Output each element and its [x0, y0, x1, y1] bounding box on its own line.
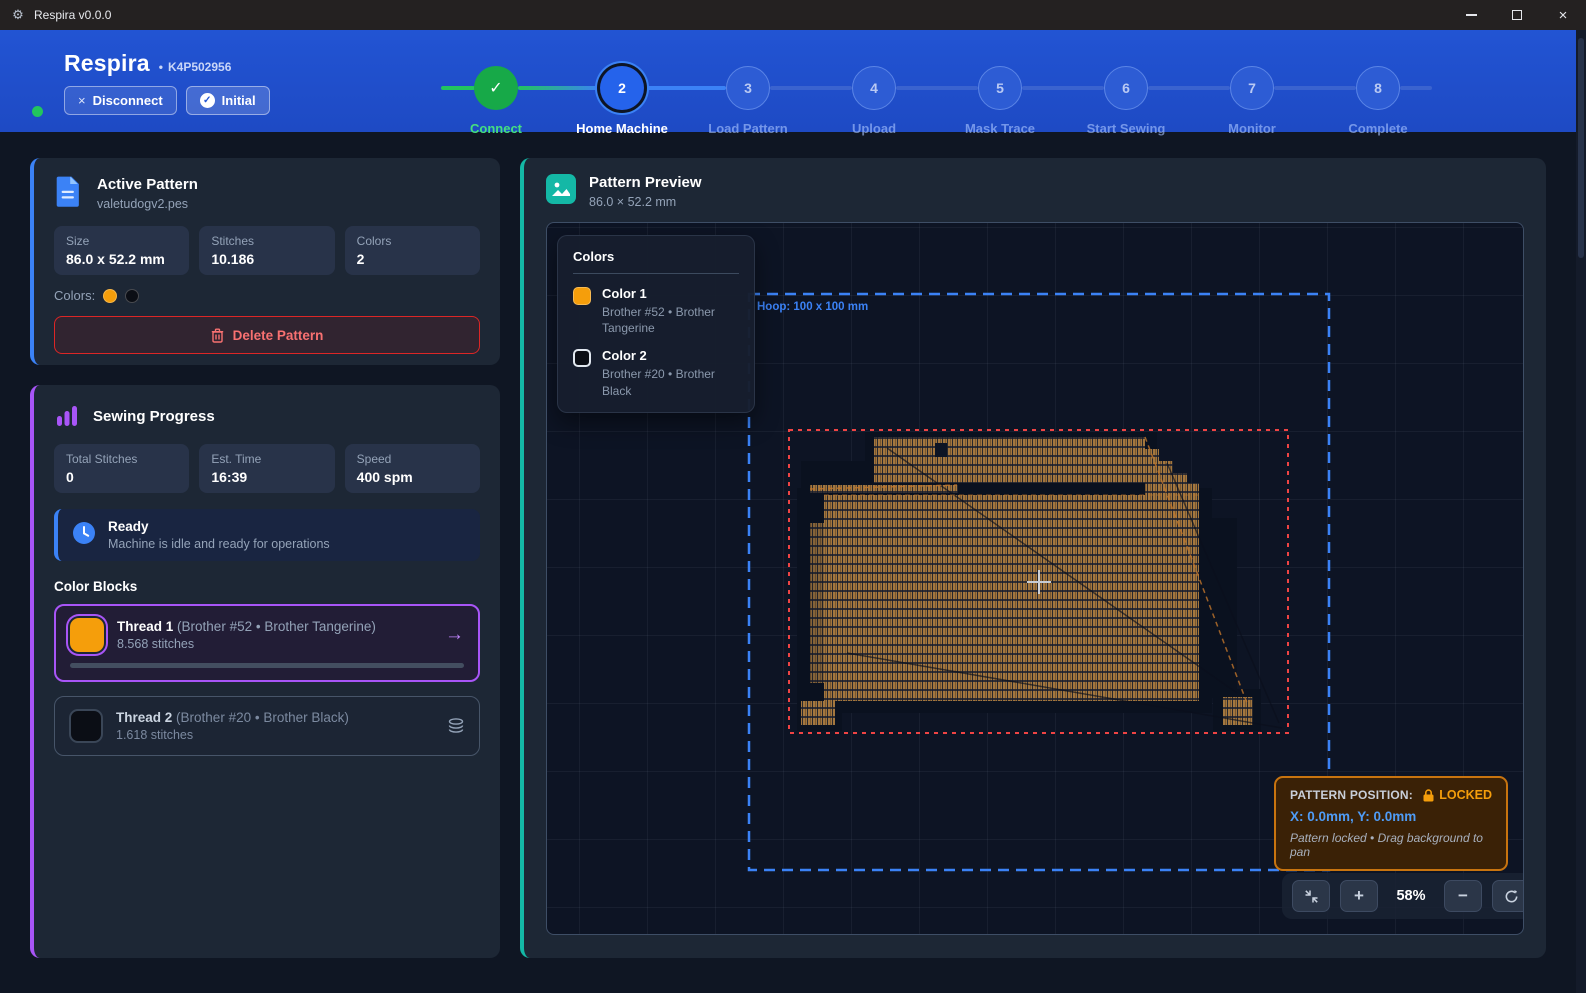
- active-pattern-title: Active Pattern: [97, 176, 198, 193]
- colors-legend: Colors Color 1 Brother #52 • Brother Tan…: [557, 235, 755, 413]
- minimize-icon: [1466, 14, 1477, 16]
- maximize-icon: [1512, 10, 1522, 20]
- color-swatch-1: [103, 289, 117, 303]
- pattern-filename: valetudogv2.pes: [97, 197, 198, 211]
- step-start-sewing[interactable]: 6 Start Sewing: [1063, 66, 1189, 136]
- thread-2-name: Thread 2 (Brother #20 • Brother Black): [116, 710, 434, 725]
- step-home-machine[interactable]: 2 Home Machine: [559, 66, 685, 136]
- pattern-position-overlay: PATTERN POSITION: LOCKED X: 0.0mm, Y: 0.…: [1274, 776, 1508, 871]
- image-icon: [546, 174, 576, 204]
- step-upload[interactable]: 4 Upload: [811, 66, 937, 136]
- status-title: Ready: [108, 519, 330, 534]
- trash-icon: [211, 328, 224, 343]
- colors-label: Colors:: [54, 288, 95, 303]
- zoom-level: 58%: [1388, 888, 1434, 904]
- step-load-pattern[interactable]: 3 Load Pattern: [685, 66, 811, 136]
- legend-swatch-1: [573, 287, 591, 305]
- thread-1-name: Thread 1 (Brother #52 • Brother Tangerin…: [117, 619, 432, 634]
- position-title: PATTERN POSITION:: [1290, 788, 1413, 802]
- color-blocks-heading: Color Blocks: [54, 579, 480, 594]
- thread-2-swatch: [69, 709, 103, 743]
- legend-title: Colors: [573, 249, 739, 274]
- brand-title: Respira: [64, 50, 150, 77]
- app-header: Respira •K4P502956 × Disconnect ✓ Initia…: [0, 30, 1586, 132]
- stat-stitches: Stitches 10.186: [199, 226, 334, 275]
- refresh-icon: [1504, 889, 1519, 904]
- zoom-controls: + 58% −: [1282, 873, 1524, 919]
- thread-1-stitches: 8.568 stitches: [117, 637, 432, 651]
- step-monitor[interactable]: 7 Monitor: [1189, 66, 1315, 136]
- step-mask-trace[interactable]: 5 Mask Trace: [937, 66, 1063, 136]
- zoom-out-button[interactable]: −: [1444, 880, 1482, 912]
- fit-view-icon: [1304, 889, 1319, 904]
- reset-view-button[interactable]: [1492, 880, 1524, 912]
- active-pattern-card: Active Pattern valetudogv2.pes Size 86.0…: [30, 158, 500, 365]
- stitch-cutout: [935, 443, 947, 457]
- sewing-progress-card: Sewing Progress Total Stitches 0 Est. Ti…: [30, 385, 500, 958]
- thread-1-progressbar: [70, 663, 464, 668]
- arrow-right-icon: →: [445, 624, 464, 646]
- disconnect-x-icon: ×: [78, 93, 86, 108]
- legend-swatch-2: [573, 349, 591, 367]
- close-button[interactable]: ×: [1540, 0, 1586, 30]
- thread-1-block[interactable]: Thread 1 (Brother #52 • Brother Tangerin…: [54, 604, 480, 682]
- zoom-in-button[interactable]: +: [1340, 880, 1378, 912]
- page-scrollbar[interactable]: [1576, 30, 1586, 993]
- scrollbar-thumb[interactable]: [1578, 38, 1584, 258]
- status-description: Machine is idle and ready for operations: [108, 537, 330, 551]
- window-titlebar: ⚙ Respira v0.0.0 ×: [0, 0, 1586, 30]
- legend-item-color1: Color 1 Brother #52 • Brother Tangerine: [573, 286, 739, 336]
- thread-1-swatch: [70, 618, 104, 652]
- machine-serial: •K4P502956: [159, 60, 232, 74]
- disconnect-button[interactable]: × Disconnect: [64, 86, 177, 115]
- pattern-preview-card: Pattern Preview 86.0 × 52.2 mm: [520, 158, 1546, 958]
- maximize-button[interactable]: [1494, 0, 1540, 30]
- thread-2-stitches: 1.618 stitches: [116, 728, 434, 742]
- window-title: Respira v0.0.0: [34, 8, 111, 22]
- clock-icon: [72, 521, 96, 545]
- thread-2-block[interactable]: Thread 2 (Brother #20 • Brother Black) 1…: [54, 696, 480, 756]
- step-connect[interactable]: ✓ Connect: [433, 66, 559, 136]
- workflow-stepper: ✓ Connect 2 Home Machine 3 Load Pattern …: [433, 66, 1443, 128]
- document-icon: [54, 176, 84, 208]
- preview-title: Pattern Preview: [589, 174, 702, 191]
- locked-badge: LOCKED: [1423, 788, 1492, 802]
- stat-colors: Colors 2: [345, 226, 480, 275]
- fit-view-button[interactable]: [1292, 880, 1330, 912]
- bar-chart-icon: [54, 403, 80, 429]
- connection-status-dot: [32, 106, 43, 117]
- minus-icon: −: [1458, 886, 1468, 906]
- machine-status-banner: Ready Machine is idle and ready for oper…: [54, 509, 480, 561]
- stat-size: Size 86.0 x 52.2 mm: [54, 226, 189, 275]
- app-icon: ⚙: [10, 7, 26, 23]
- plus-icon: +: [1354, 886, 1364, 906]
- color-swatch-2: [125, 289, 139, 303]
- hoop-label: Hoop: 100 x 100 mm: [757, 301, 868, 313]
- delete-pattern-button[interactable]: Delete Pattern: [54, 316, 480, 354]
- stack-icon: [447, 717, 465, 735]
- legend-item-color2: Color 2 Brother #20 • Brother Black: [573, 348, 739, 398]
- initial-button[interactable]: ✓ Initial: [186, 86, 270, 115]
- preview-dimensions: 86.0 × 52.2 mm: [589, 195, 702, 209]
- preview-canvas[interactable]: Hoop: 100 x 100 mm Colors Color 1 Brothe…: [546, 222, 1524, 935]
- minimize-button[interactable]: [1448, 0, 1494, 30]
- position-hint: Pattern locked • Drag background to pan: [1290, 831, 1492, 859]
- step-check-icon: ✓: [474, 66, 518, 110]
- sewing-progress-title: Sewing Progress: [93, 408, 215, 425]
- position-coordinates: X: 0.0mm, Y: 0.0mm: [1290, 809, 1492, 824]
- stat-est-time: Est. Time 16:39: [199, 444, 334, 493]
- stat-total-stitches: Total Stitches 0: [54, 444, 189, 493]
- stat-speed: Speed 400 spm: [345, 444, 480, 493]
- lock-icon: [1423, 789, 1434, 802]
- step-complete[interactable]: 8 Complete: [1315, 66, 1441, 136]
- check-circle-icon: ✓: [200, 93, 215, 108]
- close-icon: ×: [1559, 7, 1568, 24]
